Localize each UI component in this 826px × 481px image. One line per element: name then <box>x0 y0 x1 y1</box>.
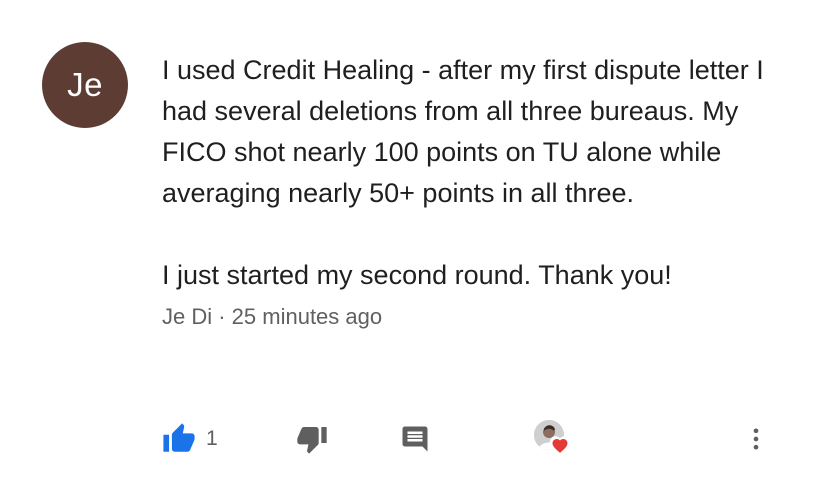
comment-actions: 1 <box>162 418 772 460</box>
comment-body: I used Credit Healing - after my first d… <box>162 50 782 330</box>
avatar-initials: Je <box>67 66 103 103</box>
like-button[interactable]: 1 <box>162 418 218 460</box>
thumbs-down-icon <box>297 427 327 454</box>
reply-comment-icon <box>402 426 428 452</box>
reply-button[interactable] <box>400 418 430 460</box>
comment-avatar[interactable]: Je <box>42 42 128 128</box>
thumbs-up-icon <box>163 423 195 452</box>
comment-meta: Je Di · 25 minutes ago <box>162 304 383 329</box>
heart-icon <box>550 436 570 455</box>
comment-text: I used Credit Healing - after my first d… <box>162 50 782 296</box>
comment-paragraph: I just started my second round. Thank yo… <box>162 260 672 290</box>
more-vertical-icon <box>753 428 759 450</box>
more-options-button[interactable] <box>742 418 770 460</box>
like-count: 1 <box>206 427 218 450</box>
hearted-wrap <box>532 418 574 460</box>
creator-heart-badge[interactable] <box>532 418 574 460</box>
comment-paragraph: I used Credit Healing - after my first d… <box>162 55 764 208</box>
dislike-button[interactable] <box>296 418 328 460</box>
